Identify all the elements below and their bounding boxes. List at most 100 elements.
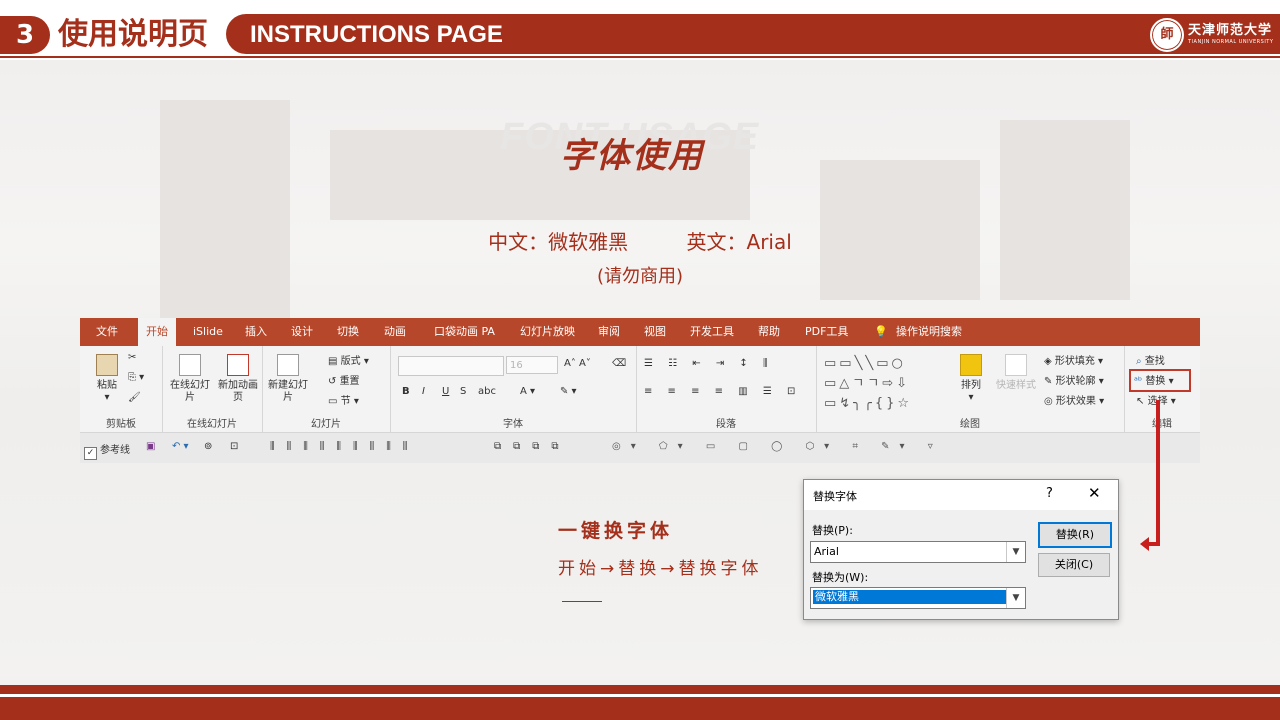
animation-page-icon (227, 354, 249, 376)
tab-design[interactable]: 设计 (291, 318, 313, 346)
tab-pdf-tools[interactable]: PDF工具 (805, 318, 848, 346)
replace-with-label: 替换为(W): (812, 571, 869, 584)
dialog-titlebar: 替换字体 ? ✕ (804, 480, 1118, 510)
char-spacing-button[interactable]: abc (478, 386, 496, 397)
tab-file[interactable]: 文件 (96, 318, 118, 346)
group-paragraph: ☰ ☷ ⇤ ⇥ ↕ ⫼ ≡ ≡ ≡ ≡ ▥ ☰ ⊡ 段落 (636, 346, 817, 432)
save-icon[interactable]: ▣ (146, 441, 155, 452)
page-title-cn: 使用说明页 (58, 17, 208, 52)
font-en: 英文：Arial (686, 230, 792, 254)
drawing-group-label: 绘图 (960, 419, 980, 430)
arrow-shaft (1156, 400, 1160, 544)
shapes-gallery[interactable]: ▭▭╲╲▭○ ▭△ㄱㄱ⇨⇩ ▭↯╮╭{}☆ (824, 354, 912, 414)
clear-format-icon[interactable]: ⌫ (612, 358, 626, 369)
tell-me-search[interactable]: 操作说明搜索 (896, 318, 962, 346)
find-button[interactable]: ⌕ 查找 (1136, 352, 1165, 367)
strikethrough-button[interactable]: S (460, 386, 466, 397)
tab-help[interactable]: 帮助 (758, 318, 780, 346)
replace-font-select[interactable]: Arial ▼ (810, 541, 1026, 563)
section-number: 3 (0, 16, 50, 54)
format-painter-icon[interactable]: 🖌 (128, 392, 141, 403)
tab-slideshow[interactable]: 幻灯片放映 (520, 318, 575, 346)
university-seal-icon: 師 (1150, 18, 1184, 52)
new-slide-button[interactable]: 新建幻灯片 (268, 354, 308, 404)
tab-review[interactable]: 审阅 (598, 318, 620, 346)
tab-developer[interactable]: 开发工具 (690, 318, 734, 346)
layout-label: 版式 (340, 356, 361, 367)
font-size-combo[interactable]: 16 (506, 356, 558, 374)
font-cn: 中文：微软雅黑 (488, 230, 629, 254)
online-slides-label: 在线幻灯片 (170, 380, 210, 403)
slideshow-icon[interactable]: ⊚ (204, 441, 212, 452)
cursor-icon: ↖ (1136, 396, 1145, 407)
align-tools[interactable]: ⫼⫼⫼⫼⫼⫼⫼⫼⫼ (270, 441, 419, 452)
tab-home[interactable]: 开始 (138, 318, 176, 346)
magnifier-icon: ⌕ (1136, 356, 1142, 367)
reset-label: 重置 (339, 376, 360, 387)
dialog-replace-button[interactable]: 替换(R) (1038, 522, 1112, 548)
copy-icon[interactable]: ⎘ ▾ (128, 372, 144, 383)
shape-fill-button[interactable]: ◈ 形状填充 ▾ (1044, 352, 1103, 367)
group-drawing: ▭▭╲╲▭○ ▭△ㄱㄱ⇨⇩ ▭↯╮╭{}☆ 排列 ▾ 快速样式 ◈ 形状填充 ▾ ✎ … (816, 346, 1125, 432)
group-tools[interactable]: ⧉⧉⧉⧉ (494, 441, 571, 452)
align-buttons[interactable]: ≡ ≡ ≡ ≡ ▥ ☰ ⊡ (644, 386, 801, 397)
guides-checkbox[interactable]: ✓ 参考线 (84, 441, 130, 460)
quick-styles-button[interactable]: 快速样式 (992, 354, 1040, 392)
shape-tools[interactable]: ◎▾ ⬠▾ ▭ ▢ ◯ ⬡▾ ⌗ ✎▾ ▿ (612, 441, 943, 452)
new-animation-page-button[interactable]: 新加动画页 (216, 354, 260, 404)
tab-islide[interactable]: iSlide (193, 318, 223, 346)
font-grow-shrink[interactable]: A˄ A˅ (564, 358, 591, 369)
replace-with-select[interactable]: 微软雅黑 ▼ (810, 587, 1026, 609)
ribbon-tabs: 文件 开始 iSlide 插入 设计 切换 动画 口袋动画 PA 幻灯片放映 审… (80, 318, 1200, 346)
bold-button[interactable]: B (402, 386, 410, 397)
header-line (0, 56, 1280, 58)
layout-button[interactable]: ▤ 版式 ▾ (328, 352, 369, 367)
page-title-en: INSTRUCTIONS PAGE (250, 21, 503, 48)
slide-title: 字体使用 (560, 136, 704, 176)
dialog-title: 替换字体 (813, 490, 857, 503)
shape-outline-label: 形状轮廓 (1055, 376, 1096, 387)
reset-button[interactable]: ↺ 重置 (328, 372, 360, 387)
font-name-combo[interactable] (398, 356, 504, 376)
shape-effects-button[interactable]: ◎ 形状效果 ▾ (1044, 392, 1104, 407)
chevron-down-icon[interactable]: ▼ (1006, 588, 1025, 608)
arrange-button[interactable]: 排列 ▾ (956, 354, 986, 404)
online-slides-button[interactable]: 在线幻灯片 (170, 354, 210, 404)
tab-insert[interactable]: 插入 (245, 318, 267, 346)
tab-animations[interactable]: 动画 (384, 318, 406, 346)
arrange-label: 排列 (961, 380, 981, 391)
footer-bar-thin (0, 685, 1280, 694)
one-key-title: 一键换字体 (558, 520, 674, 542)
tab-view[interactable]: 视图 (644, 318, 666, 346)
close-icon[interactable]: ✕ (1088, 484, 1101, 502)
tab-pocket-animation[interactable]: 口袋动画 PA (434, 318, 495, 346)
shape-outline-button[interactable]: ✎ 形状轮廓 ▾ (1044, 372, 1104, 387)
underline-button[interactable]: U (442, 386, 449, 397)
group-clipboard: 粘贴 ▾ ✂ ⎘ ▾ 🖌 剪贴板 (80, 346, 163, 432)
help-icon[interactable]: ? (1046, 486, 1053, 501)
ppt-ribbon: 文件 开始 iSlide 插入 设计 切换 动画 口袋动画 PA 幻灯片放映 审… (80, 318, 1200, 463)
divider-line (562, 601, 602, 602)
clipboard-icon (96, 354, 118, 376)
clipboard-label: 剪贴板 (106, 419, 136, 430)
check-icon: ✓ (84, 447, 97, 460)
present-icon[interactable]: ⊡ (230, 441, 238, 452)
highlight-icon[interactable]: ✎ ▾ (560, 386, 577, 397)
section-button[interactable]: ▭ 节 ▾ (328, 392, 359, 407)
chevron-down-icon[interactable]: ▼ (1006, 542, 1025, 562)
footer-bar (0, 697, 1280, 720)
tab-transitions[interactable]: 切换 (337, 318, 359, 346)
replace-highlight (1129, 369, 1191, 392)
shape-fill-label: 形状填充 (1054, 356, 1095, 367)
find-label: 查找 (1144, 356, 1165, 367)
quick-access-toolbar: ✓ 参考线 ▣ ↶ ▾ ⊚ ⊡ ⫼⫼⫼⫼⫼⫼⫼⫼⫼ ⧉⧉⧉⧉ ◎▾ ⬠▾ ▭ ▢ … (80, 432, 1200, 463)
font-color-icon[interactable]: A ▾ (520, 386, 535, 397)
new-page-label: 新加动画页 (218, 380, 258, 403)
guides-label: 参考线 (100, 445, 130, 456)
italic-button[interactable]: I (422, 386, 425, 397)
cut-icon[interactable]: ✂ (128, 352, 136, 363)
dialog-close-button[interactable]: 关闭(C) (1038, 553, 1110, 577)
undo-icon[interactable]: ↶ ▾ (172, 441, 189, 452)
paste-button[interactable]: 粘贴 ▾ (90, 354, 124, 404)
list-buttons[interactable]: ☰ ☷ ⇤ ⇥ ↕ ⫼ (644, 358, 774, 369)
